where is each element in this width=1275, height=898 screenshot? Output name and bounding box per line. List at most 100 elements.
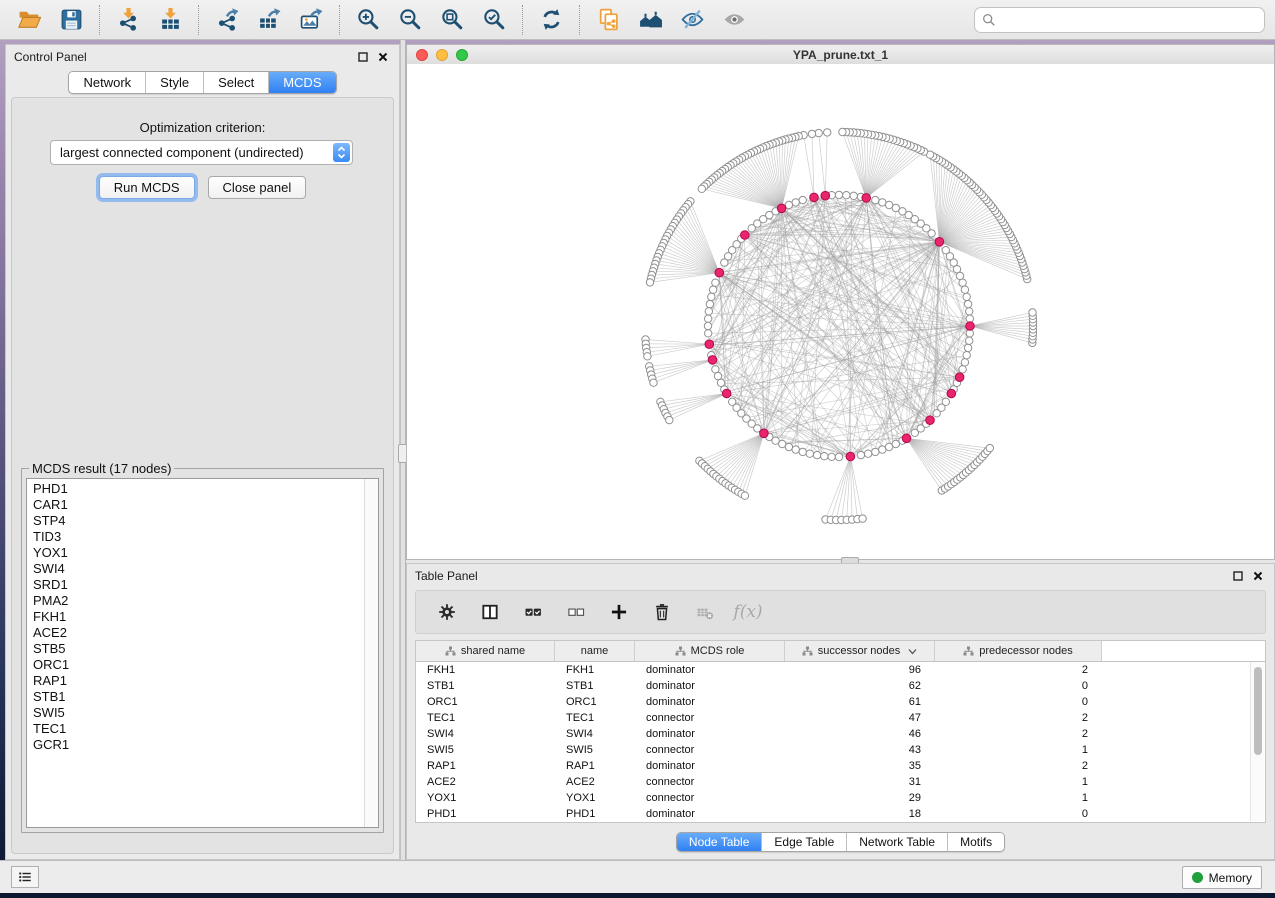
optimization-criterion-select[interactable]: largest connected component (undirected) bbox=[50, 140, 353, 165]
refresh-network-button[interactable] bbox=[533, 4, 569, 36]
column-header-shared-name[interactable]: shared name bbox=[416, 641, 555, 661]
memory-button[interactable]: Memory bbox=[1182, 866, 1262, 889]
mcds-result-node[interactable]: SWI5 bbox=[27, 705, 365, 721]
tab-node-table[interactable]: Node Table bbox=[677, 833, 762, 851]
run-mcds-button[interactable]: Run MCDS bbox=[99, 176, 195, 199]
cell-MCDS-role[interactable]: dominator bbox=[635, 664, 785, 676]
cell-name[interactable]: PHD1 bbox=[555, 808, 635, 820]
import-network-button[interactable] bbox=[110, 4, 146, 36]
cell-successor-nodes[interactable]: 31 bbox=[785, 776, 935, 788]
column-chooser-button[interactable] bbox=[479, 601, 501, 623]
network-graph[interactable] bbox=[407, 64, 1274, 559]
table-row-RAP1[interactable]: RAP1RAP1dominator352 bbox=[416, 758, 1265, 774]
mcds-result-list[interactable]: PHD1CAR1STP4TID3YOX1SWI4SRD1PMA2FKH1ACE2… bbox=[26, 478, 379, 828]
zoom-in-button[interactable] bbox=[350, 4, 386, 36]
cell-name[interactable]: YOX1 bbox=[555, 792, 635, 804]
cell-predecessor-nodes[interactable]: 0 bbox=[935, 680, 1102, 692]
table-row-FKH1[interactable]: FKH1FKH1dominator962 bbox=[416, 662, 1265, 678]
table-row-ORC1[interactable]: ORC1ORC1dominator610 bbox=[416, 694, 1265, 710]
column-header-predecessor-nodes[interactable]: predecessor nodes bbox=[935, 641, 1102, 661]
cell-MCDS-role[interactable]: dominator bbox=[635, 680, 785, 692]
cell-shared-name[interactable]: SWI4 bbox=[416, 728, 555, 740]
table-scrollbar-thumb[interactable] bbox=[1254, 667, 1262, 755]
cell-shared-name[interactable]: ACE2 bbox=[416, 776, 555, 788]
cell-predecessor-nodes[interactable]: 1 bbox=[935, 744, 1102, 756]
mcds-result-node[interactable]: SRD1 bbox=[27, 577, 365, 593]
hide-details-button[interactable] bbox=[674, 4, 710, 36]
select-all-columns-button[interactable] bbox=[522, 601, 544, 623]
show-details-button[interactable] bbox=[716, 4, 752, 36]
cell-MCDS-role[interactable]: connector bbox=[635, 792, 785, 804]
export-image-button[interactable] bbox=[293, 4, 329, 36]
cell-MCDS-role[interactable]: connector bbox=[635, 776, 785, 788]
cell-shared-name[interactable]: YOX1 bbox=[416, 792, 555, 804]
mcds-result-node[interactable]: ACE2 bbox=[27, 625, 365, 641]
mcds-result-node[interactable]: SWI4 bbox=[27, 561, 365, 577]
cell-MCDS-role[interactable]: connector bbox=[635, 744, 785, 756]
cell-shared-name[interactable]: STB1 bbox=[416, 680, 555, 692]
cell-name[interactable]: ACE2 bbox=[555, 776, 635, 788]
delete-table-button[interactable] bbox=[694, 601, 716, 623]
zoom-out-button[interactable] bbox=[392, 4, 428, 36]
mcds-result-node[interactable]: STP4 bbox=[27, 513, 365, 529]
cell-shared-name[interactable]: TEC1 bbox=[416, 712, 555, 724]
mcds-result-node[interactable]: RAP1 bbox=[27, 673, 365, 689]
mcds-result-node[interactable]: TID3 bbox=[27, 529, 365, 545]
column-header-successor-nodes[interactable]: successor nodes bbox=[785, 641, 935, 661]
table-row-ACE2[interactable]: ACE2ACE2connector311 bbox=[416, 774, 1265, 790]
add-column-button[interactable] bbox=[608, 601, 630, 623]
table-row-SWI4[interactable]: SWI4SWI4dominator462 bbox=[416, 726, 1265, 742]
home-networks-button[interactable] bbox=[632, 4, 668, 36]
mcds-result-node[interactable]: TEC1 bbox=[27, 721, 365, 737]
close-panel-icon[interactable] bbox=[375, 49, 391, 65]
network-canvas[interactable] bbox=[407, 64, 1274, 559]
tab-mcds[interactable]: MCDS bbox=[268, 72, 335, 93]
cell-predecessor-nodes[interactable]: 1 bbox=[935, 792, 1102, 804]
cell-name[interactable]: SWI4 bbox=[555, 728, 635, 740]
mcds-result-node[interactable]: ORC1 bbox=[27, 657, 365, 673]
open-file-button[interactable] bbox=[11, 4, 47, 36]
mcds-result-node[interactable]: PMA2 bbox=[27, 593, 365, 609]
export-network-button[interactable] bbox=[209, 4, 245, 36]
float-panel-icon[interactable] bbox=[355, 49, 371, 65]
table-row-PHD1[interactable]: PHD1PHD1dominator180 bbox=[416, 806, 1265, 822]
cell-name[interactable]: ORC1 bbox=[555, 696, 635, 708]
mcds-result-node[interactable]: CAR1 bbox=[27, 497, 365, 513]
tab-motifs[interactable]: Motifs bbox=[947, 833, 1004, 851]
cell-predecessor-nodes[interactable]: 1 bbox=[935, 776, 1102, 788]
mcds-result-node[interactable]: STB5 bbox=[27, 641, 365, 657]
cell-successor-nodes[interactable]: 43 bbox=[785, 744, 935, 756]
mcds-result-node[interactable]: FKH1 bbox=[27, 609, 365, 625]
close-mcds-panel-button[interactable]: Close panel bbox=[208, 176, 307, 199]
tab-network[interactable]: Network bbox=[69, 72, 145, 93]
save-session-button[interactable] bbox=[53, 4, 89, 36]
search-box[interactable] bbox=[974, 7, 1265, 33]
table-row-YOX1[interactable]: YOX1YOX1connector291 bbox=[416, 790, 1265, 806]
tab-edge-table[interactable]: Edge Table bbox=[761, 833, 846, 851]
cell-predecessor-nodes[interactable]: 0 bbox=[935, 808, 1102, 820]
cell-shared-name[interactable]: RAP1 bbox=[416, 760, 555, 772]
tab-network-table[interactable]: Network Table bbox=[846, 833, 947, 851]
column-header-name[interactable]: name bbox=[555, 641, 635, 661]
cell-name[interactable]: STB1 bbox=[555, 680, 635, 692]
cell-name[interactable]: SWI5 bbox=[555, 744, 635, 756]
mcds-result-node[interactable]: YOX1 bbox=[27, 545, 365, 561]
mcds-result-scrollbar[interactable] bbox=[364, 479, 378, 827]
clone-network-button[interactable] bbox=[590, 4, 626, 36]
export-table-button[interactable] bbox=[251, 4, 287, 36]
cell-MCDS-role[interactable]: dominator bbox=[635, 696, 785, 708]
cell-shared-name[interactable]: PHD1 bbox=[416, 808, 555, 820]
zoom-fit-button[interactable] bbox=[434, 4, 470, 36]
cell-name[interactable]: RAP1 bbox=[555, 760, 635, 772]
mcds-result-node[interactable]: STB1 bbox=[27, 689, 365, 705]
tab-style[interactable]: Style bbox=[145, 72, 203, 93]
cell-MCDS-role[interactable]: dominator bbox=[635, 808, 785, 820]
cell-predecessor-nodes[interactable]: 2 bbox=[935, 760, 1102, 772]
delete-column-button[interactable] bbox=[651, 601, 673, 623]
cell-MCDS-role[interactable]: connector bbox=[635, 712, 785, 724]
cell-successor-nodes[interactable]: 62 bbox=[785, 680, 935, 692]
cell-successor-nodes[interactable]: 18 bbox=[785, 808, 935, 820]
column-header-MCDS-role[interactable]: MCDS role bbox=[635, 641, 785, 661]
float-table-panel-icon[interactable] bbox=[1230, 568, 1246, 584]
cell-predecessor-nodes[interactable]: 0 bbox=[935, 696, 1102, 708]
